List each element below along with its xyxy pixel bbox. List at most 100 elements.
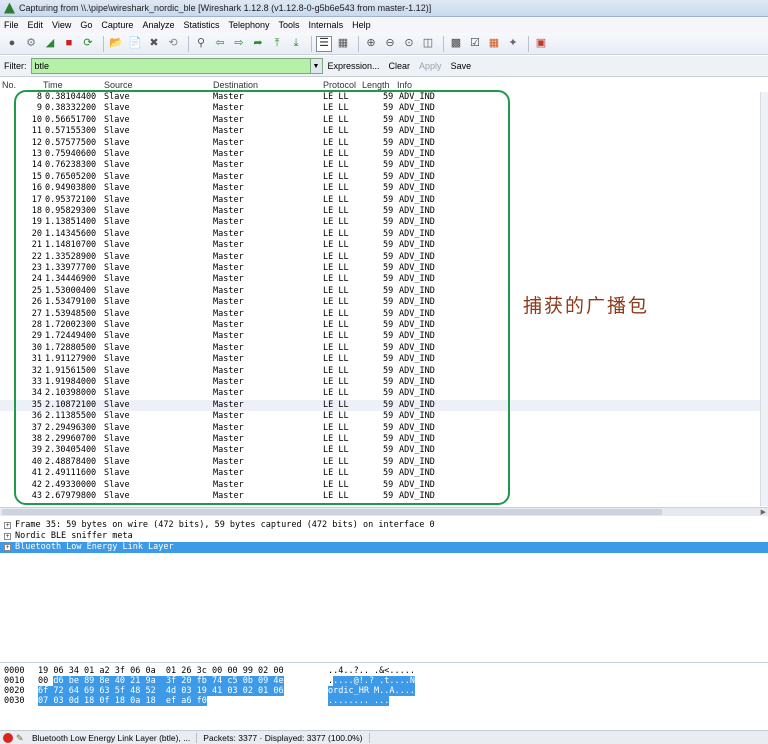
table-row[interactable]: 23 1.33977700 Slave Master LE LL 59 ADV_IND — [0, 263, 520, 274]
apply-button[interactable]: Apply — [419, 61, 442, 71]
table-row[interactable]: 42 2.49330000 Slave Master LE LL 59 ADV_IND — [0, 480, 520, 491]
preferences-icon[interactable]: ✦ — [505, 36, 521, 52]
menu-tools[interactable]: Tools — [279, 20, 300, 30]
menu-file[interactable]: File — [4, 20, 19, 30]
go-back-icon[interactable]: ⇦ — [212, 36, 228, 52]
zoom-out-icon[interactable]: ⊖ — [382, 36, 398, 52]
options-icon[interactable]: ⚙ — [23, 36, 39, 52]
first-packet-icon[interactable]: ⤒ — [269, 36, 285, 52]
packet-details-pane[interactable]: + Frame 35: 59 bytes on wire (472 bits), … — [0, 518, 768, 663]
column-length[interactable]: Length — [362, 80, 390, 90]
packet-list-vertical-scrollbar[interactable] — [760, 92, 768, 506]
menu-analyze[interactable]: Analyze — [142, 20, 174, 30]
column-source[interactable]: Source — [104, 80, 133, 90]
table-row[interactable]: 11 0.57155300 Slave Master LE LL 59 ADV_IND — [0, 126, 520, 137]
table-row[interactable]: 36 2.11385500 Slave Master LE LL 59 ADV_IND — [0, 411, 520, 422]
menu-telephony[interactable]: Telephony — [228, 20, 269, 30]
table-row[interactable]: 8 0.38104400 Slave Master LE LL 59 ADV_IND — [0, 92, 520, 103]
chevron-down-icon[interactable]: ▼ — [310, 58, 323, 74]
table-row[interactable]: 37 2.29496300 Slave Master LE LL 59 ADV_IND — [0, 423, 520, 434]
detail-tree-item[interactable]: + Bluetooth Low Energy Link Layer — [0, 542, 768, 553]
menu-statistics[interactable]: Statistics — [183, 20, 219, 30]
packet-list-horizontal-scrollbar[interactable]: ▶ — [0, 507, 768, 516]
chevron-right-icon[interactable]: ▶ — [761, 508, 766, 516]
table-row[interactable]: 41 2.49111600 Slave Master LE LL 59 ADV_IND — [0, 468, 520, 479]
last-packet-icon[interactable]: ⤓ — [288, 36, 304, 52]
table-row[interactable]: 34 2.10398000 Slave Master LE LL 59 ADV_IND — [0, 388, 520, 399]
table-row[interactable]: 21 1.14810700 Slave Master LE LL 59 ADV_IND — [0, 240, 520, 251]
table-row[interactable]: 38 2.29960700 Slave Master LE LL 59 ADV_IND — [0, 434, 520, 445]
save-file-icon[interactable]: 📄 — [127, 36, 143, 52]
table-row[interactable]: 14 0.76238300 Slave Master LE LL 59 ADV_IND — [0, 160, 520, 171]
table-row[interactable]: 43 2.67979800 Slave Master LE LL 59 ADV_IND — [0, 491, 520, 502]
menu-capture[interactable]: Capture — [101, 20, 133, 30]
reload-icon[interactable]: ⟲ — [165, 36, 181, 52]
expand-icon[interactable]: + — [4, 533, 11, 540]
zoom-in-icon[interactable]: ⊕ — [363, 36, 379, 52]
column-protocol[interactable]: Protocol — [323, 80, 356, 90]
table-row[interactable]: 12 0.57577500 Slave Master LE LL 59 ADV_IND — [0, 138, 520, 149]
table-row[interactable]: 40 2.48878400 Slave Master LE LL 59 ADV_IND — [0, 457, 520, 468]
auto-scroll-icon[interactable]: ▦ — [335, 36, 351, 52]
table-row[interactable]: 27 1.53948500 Slave Master LE LL 59 ADV_IND — [0, 309, 520, 320]
table-row[interactable]: 18 0.95829300 Slave Master LE LL 59 ADV_IND — [0, 206, 520, 217]
table-row[interactable]: 32 1.91561500 Slave Master LE LL 59 ADV_IND — [0, 366, 520, 377]
table-row[interactable]: 15 0.76505200 Slave Master LE LL 59 ADV_IND — [0, 172, 520, 183]
detail-tree-item[interactable]: + Nordic BLE sniffer meta — [0, 531, 768, 542]
table-row[interactable]: 39 2.30405400 Slave Master LE LL 59 ADV_IND — [0, 445, 520, 456]
go-to-packet-icon[interactable]: ➦ — [250, 36, 266, 52]
open-file-icon[interactable]: 📂 — [108, 36, 124, 52]
table-row[interactable]: 28 1.72002300 Slave Master LE LL 59 ADV_IND — [0, 320, 520, 331]
table-row[interactable]: 29 1.72449400 Slave Master LE LL 59 ADV_IND — [0, 331, 520, 342]
menu-help[interactable]: Help — [352, 20, 371, 30]
table-row[interactable]: 17 0.95372100 Slave Master LE LL 59 ADV_IND — [0, 195, 520, 206]
menu-view[interactable]: View — [52, 20, 71, 30]
table-row[interactable]: 20 1.14345600 Slave Master LE LL 59 ADV_IND — [0, 229, 520, 240]
table-row[interactable]: 24 1.34446900 Slave Master LE LL 59 ADV_IND — [0, 274, 520, 285]
colorize-icon[interactable]: ☰ — [316, 35, 332, 52]
table-row[interactable]: 10 0.56651700 Slave Master LE LL 59 ADV_IND — [0, 115, 520, 126]
packet-bytes-pane[interactable]: 0000 19 06 34 01 a2 3f 06 0a 01 26 3c 00 … — [0, 664, 768, 730]
expert-info-icon[interactable] — [3, 732, 13, 743]
table-row[interactable]: 16 0.94903800 Slave Master LE LL 59 ADV_IND — [0, 183, 520, 194]
find-packet-icon[interactable]: ⚲ — [193, 36, 209, 52]
table-row[interactable]: 30 1.72880500 Slave Master LE LL 59 ADV_IND — [0, 343, 520, 354]
expression-button[interactable]: Expression... — [328, 61, 380, 71]
detail-tree-item[interactable]: + Frame 35: 59 bytes on wire (472 bits), … — [0, 520, 768, 531]
table-row[interactable]: 31 1.91127900 Slave Master LE LL 59 ADV_IND — [0, 354, 520, 365]
display-filter-input[interactable] — [30, 58, 311, 74]
help-icon[interactable]: ▣ — [533, 36, 549, 52]
column-no[interactable]: No. — [2, 80, 16, 90]
table-row[interactable]: 13 0.75940600 Slave Master LE LL 59 ADV_IND — [0, 149, 520, 160]
table-row[interactable]: 26 1.53479100 Slave Master LE LL 59 ADV_IND — [0, 297, 520, 308]
scrollbar-thumb[interactable] — [2, 509, 662, 515]
display-filters-icon[interactable]: ☑ — [467, 36, 483, 52]
table-row[interactable]: 19 1.13851400 Slave Master LE LL 59 ADV_IND — [0, 217, 520, 228]
capture-filters-icon[interactable]: ▩ — [448, 36, 464, 52]
expand-icon[interactable]: + — [4, 522, 11, 529]
normal-size-icon[interactable]: ⊙ — [401, 36, 417, 52]
restart-capture-icon[interactable]: ⟳ — [80, 36, 96, 52]
column-info[interactable]: Info — [397, 80, 412, 90]
column-time[interactable]: Time — [43, 80, 63, 90]
go-forward-icon[interactable]: ⇨ — [231, 36, 247, 52]
table-row[interactable]: 9 0.38332200 Slave Master LE LL 59 ADV_IND — [0, 103, 520, 114]
expand-icon[interactable]: + — [4, 544, 11, 551]
clear-button[interactable]: Clear — [389, 61, 411, 71]
start-capture-icon[interactable]: ◢ — [42, 36, 58, 52]
table-row[interactable]: 35 2.10872100 Slave Master LE LL 59 ADV_IND — [0, 399, 760, 412]
menu-edit[interactable]: Edit — [28, 20, 44, 30]
menu-go[interactable]: Go — [80, 20, 92, 30]
table-row[interactable]: 25 1.53000400 Slave Master LE LL 59 ADV_IND — [0, 286, 520, 297]
coloring-rules-icon[interactable]: ▦ — [486, 36, 502, 52]
table-row[interactable]: 33 1.91984000 Slave Master LE LL 59 ADV_IND — [0, 377, 520, 388]
column-destination[interactable]: Destination — [213, 80, 258, 90]
save-filter-button[interactable]: Save — [451, 61, 472, 71]
table-row[interactable]: 22 1.33528900 Slave Master LE LL 59 ADV_IND — [0, 252, 520, 263]
capture-comment-icon[interactable]: ✎ — [16, 733, 26, 743]
stop-capture-icon[interactable]: ■ — [61, 36, 77, 52]
interfaces-icon[interactable]: ● — [4, 36, 20, 52]
close-file-icon[interactable]: ✖ — [146, 36, 162, 52]
menu-internals[interactable]: Internals — [309, 20, 344, 30]
resize-columns-icon[interactable]: ◫ — [420, 36, 436, 52]
